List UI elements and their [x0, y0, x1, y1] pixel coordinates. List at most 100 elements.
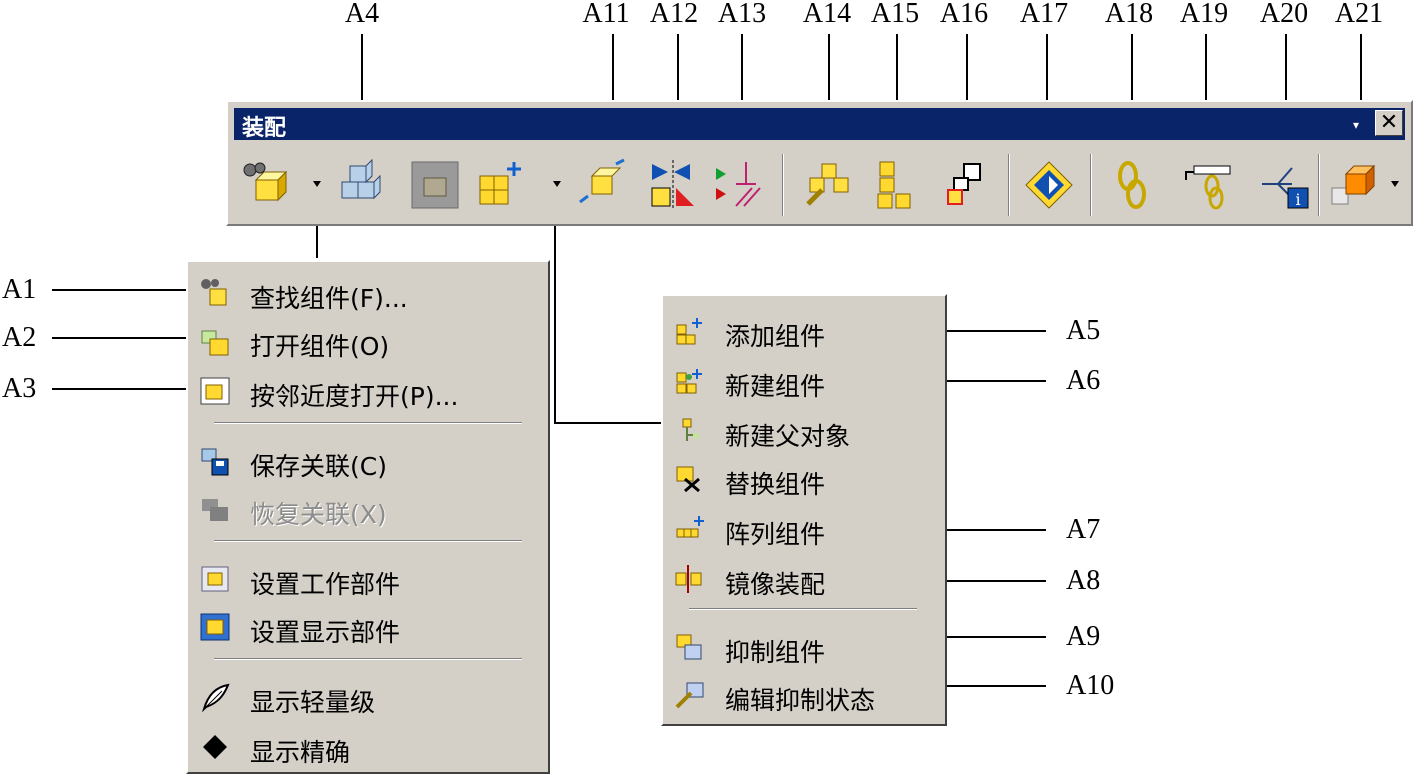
menu-separator: [689, 608, 917, 610]
menu-item-find-component[interactable]: 查找组件(F)...: [188, 270, 548, 316]
chain-link-icon: [1118, 161, 1146, 209]
assembly-toolbar: 装配 ▾ ✕ i: [226, 100, 1413, 226]
menu-item-show-exact[interactable]: 显示精确: [188, 724, 548, 770]
array-component-icon: [676, 516, 704, 538]
menu-item-label: 查找组件(F)...: [250, 284, 408, 313]
menu-item-label: 设置显示部件: [250, 618, 401, 647]
constraint-icon: [716, 162, 761, 207]
mirror-icon: [651, 160, 694, 210]
set-work-part-icon: [201, 566, 229, 592]
toolbar-separator: [782, 154, 784, 216]
menu-item-replace-component[interactable]: 替换组件: [663, 456, 945, 502]
add-component-icon: [479, 162, 521, 205]
a20-button[interactable]: i: [1258, 158, 1312, 212]
toolbar-separator: [1008, 154, 1010, 216]
a16-button[interactable]: [940, 158, 994, 212]
callout-label: A17: [1019, 0, 1069, 29]
callout-label: A13: [717, 0, 767, 29]
a-disabled-button[interactable]: [408, 158, 462, 212]
a19-button[interactable]: [1180, 158, 1234, 212]
menu-separator: [214, 422, 522, 424]
add-component-dropdown-menu: 添加组件 新建组件 新建父对象 替换组件 阵列组件 镜像装配 抑制组件 编辑抑制…: [661, 294, 947, 726]
find-component-button[interactable]: [238, 158, 292, 212]
menu-item-label: 镜像装配: [725, 570, 826, 599]
menu-item-label: 显示精确: [250, 738, 351, 767]
menu-item-label: 设置工作部件: [250, 570, 401, 599]
menu-item-restore-association[interactable]: 恢复关联(X): [188, 486, 548, 532]
callout-label: A4: [344, 0, 380, 29]
add-component-button[interactable]: [474, 158, 528, 212]
a21-button[interactable]: [1328, 158, 1382, 212]
menu-item-open-component[interactable]: 打开组件(O): [188, 318, 548, 364]
toolbar-menu-arrow[interactable]: ▾: [1353, 118, 1359, 132]
callout-label: A14: [802, 0, 852, 29]
callout-label: A8: [1066, 565, 1101, 596]
a15-button[interactable]: [870, 158, 924, 212]
menu-item-new-parent[interactable]: 新建父对象: [663, 408, 945, 454]
sequence-icon: [1025, 161, 1073, 209]
chevron-down-icon[interactable]: [312, 180, 322, 188]
new-component-icon: [676, 369, 702, 394]
toolbar-title: 装配: [242, 116, 287, 141]
menu-item-set-display-part[interactable]: 设置显示部件: [188, 604, 548, 650]
menu-item-label: 新建父对象: [725, 422, 851, 451]
menu-item-label: 恢复关联(X): [250, 500, 387, 529]
edit-suppression-icon: [675, 682, 704, 709]
restore-association-icon: [202, 499, 228, 521]
callout-label: A1: [2, 274, 37, 305]
move-component-icon: [579, 158, 625, 204]
menu-item-label: 抑制组件: [725, 638, 826, 667]
menu-item-array-component[interactable]: 阵列组件: [663, 506, 945, 552]
chevron-down-icon[interactable]: [552, 180, 562, 188]
a18-button[interactable]: [1106, 158, 1160, 212]
a14-button[interactable]: [802, 158, 856, 212]
navigator-info-icon: i: [1262, 167, 1309, 209]
callout-label: A21: [1334, 0, 1384, 29]
save-association-icon: [201, 448, 229, 476]
new-parent-icon: [682, 418, 699, 441]
callout-label: A5: [1066, 315, 1101, 346]
open-by-proximity-icon: [200, 377, 230, 405]
menu-item-label: 新建组件: [725, 372, 826, 401]
orange-cube-icon: [1331, 164, 1376, 205]
mirror-assembly-icon: [675, 565, 702, 593]
callout-label: A7: [1066, 514, 1101, 545]
menu-item-add-component[interactable]: 添加组件: [663, 308, 945, 354]
a17-button[interactable]: [1022, 158, 1076, 212]
move-component-button[interactable]: [576, 158, 630, 212]
mirror-button[interactable]: [646, 158, 700, 212]
a4-button[interactable]: [334, 158, 388, 212]
menu-item-open-by-proximity[interactable]: 按邻近度打开(P)...: [188, 368, 548, 414]
find-component-dropdown-menu: 查找组件(F)... 打开组件(O) 按邻近度打开(P)... 保存关联(C) …: [186, 260, 550, 774]
menu-separator: [214, 658, 522, 660]
menu-item-label: 打开组件(O): [250, 332, 390, 361]
menu-item-mirror-assembly[interactable]: 镜像装配: [663, 556, 945, 602]
callout-label: A15: [870, 0, 920, 29]
menu-item-suppress-component[interactable]: 抑制组件: [663, 624, 945, 670]
constraint-button[interactable]: [712, 158, 766, 212]
toolbar-separator: [1090, 154, 1092, 216]
component-group-icon: [877, 161, 911, 209]
menu-item-label: 显示轻量级: [250, 688, 376, 717]
callout-label: A9: [1066, 621, 1101, 652]
menu-item-label: 替换组件: [725, 470, 826, 499]
diamond-icon: [203, 735, 227, 759]
menu-item-show-lightweight[interactable]: 显示轻量级: [188, 674, 548, 720]
add-component-icon: [676, 318, 702, 345]
callout-label: A10: [1066, 670, 1115, 701]
close-button[interactable]: ✕: [1375, 110, 1403, 136]
menu-item-save-association[interactable]: 保存关联(C): [188, 438, 548, 484]
assembly-tree-icon: [806, 163, 849, 206]
menu-item-label: 保存关联(C): [250, 452, 387, 481]
chevron-down-icon[interactable]: [1390, 180, 1400, 188]
menu-item-edit-suppression[interactable]: 编辑抑制状态: [663, 672, 945, 718]
callout-label: A11: [582, 0, 630, 29]
menu-item-set-work-part[interactable]: 设置工作部件: [188, 556, 548, 602]
callout-label: A12: [649, 0, 699, 29]
replace-component-icon: [676, 466, 700, 493]
set-display-part-icon: [200, 613, 230, 641]
find-component-icon: [201, 279, 227, 306]
callout-label: A6: [1066, 365, 1101, 396]
toolbar-titlebar[interactable]: 装配 ▾ ✕: [234, 108, 1405, 141]
menu-item-new-component[interactable]: 新建组件: [663, 358, 945, 404]
